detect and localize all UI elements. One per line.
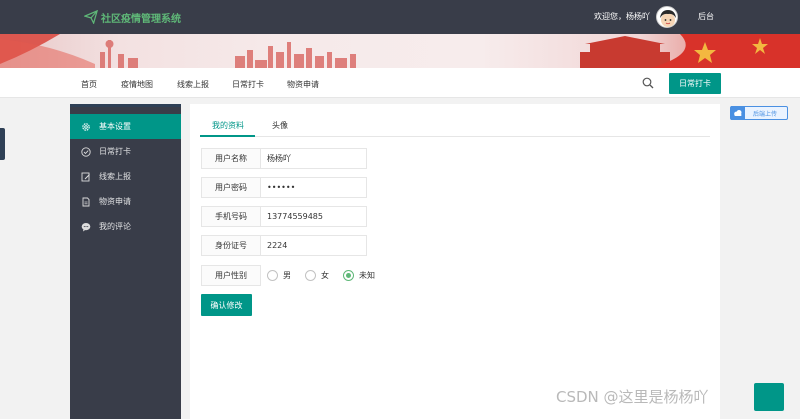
upload-badge-label: 后端上传 <box>753 110 778 118</box>
sidebar-item-clue-report[interactable]: 线索上报 <box>70 164 181 189</box>
sidebar-item-label: 线索上报 <box>99 172 131 181</box>
sidebar-item-my-comments[interactable]: 我的评论 <box>70 214 181 239</box>
nav-item-clue-report[interactable]: 线索上报 <box>177 79 209 90</box>
daily-checkin-button[interactable]: 日常打卡 <box>669 73 721 94</box>
username-field[interactable]: 杨杨吖 <box>261 148 367 169</box>
radio-label: 未知 <box>359 271 375 280</box>
logo[interactable]: 社区疫情管理系统 <box>84 9 181 25</box>
banner-image <box>0 34 800 68</box>
radio-label: 男 <box>283 271 291 280</box>
document-icon <box>81 197 91 207</box>
gear-icon <box>81 122 91 132</box>
nav-item-home[interactable]: 首页 <box>81 79 97 90</box>
side-upload-badge[interactable]: 后端上传 <box>730 106 788 120</box>
comment-icon <box>81 222 91 232</box>
sidebar-item-supplies-request[interactable]: 物资申请 <box>70 189 181 214</box>
sidebar: 基本设置 日常打卡 线索上报 物资申请 我的评论 <box>70 104 181 419</box>
watermark: CSDN @这里是杨杨吖 <box>556 388 709 406</box>
phone-label: 手机号码 <box>201 206 261 227</box>
radio-circle <box>267 270 278 281</box>
avatar[interactable] <box>656 6 678 28</box>
password-label: 用户密码 <box>201 177 261 198</box>
gender-radio-female[interactable]: 女 <box>305 270 329 281</box>
main-nav: 首页 疫情地图 线索上报 日常打卡 物资申请 日常打卡 <box>0 68 800 98</box>
logo-text: 社区疫情管理系统 <box>101 13 181 25</box>
edit-icon <box>81 172 91 182</box>
top-header: 社区疫情管理系统 欢迎您，杨杨吖 后台 <box>0 0 800 34</box>
check-circle-icon <box>81 146 91 157</box>
gender-radio-male[interactable]: 男 <box>267 270 291 281</box>
nav-item-epidemic-map[interactable]: 疫情地图 <box>121 79 153 90</box>
paper-plane-icon <box>84 10 98 24</box>
sidebar-item-label: 日常打卡 <box>99 147 131 156</box>
sidebar-item-basic-settings[interactable]: 基本设置 <box>70 114 181 139</box>
idcard-row: 身份证号 2224 <box>201 235 367 256</box>
tab-my-profile[interactable]: 我的资料 <box>212 120 244 131</box>
username-row: 用户名称 杨杨吖 <box>201 148 367 169</box>
gender-radio-unknown[interactable]: 未知 <box>343 270 375 281</box>
radio-circle <box>305 270 316 281</box>
edge-handle[interactable] <box>0 128 5 160</box>
profile-panel: 我的资料 头像 用户名称 杨杨吖 用户密码 •••••• 手机号码 137745… <box>190 104 720 419</box>
username-label: 用户名称 <box>201 148 261 169</box>
profile-tabs: 我的资料 头像 <box>200 113 710 137</box>
active-tab-indicator <box>200 135 255 137</box>
cloud-icon <box>731 106 745 120</box>
password-row: 用户密码 •••••• <box>201 177 367 198</box>
gender-row: 用户性别 男 女 未知 <box>201 265 389 286</box>
tab-avatar[interactable]: 头像 <box>272 120 288 131</box>
idcard-field[interactable]: 2224 <box>261 235 367 256</box>
sidebar-item-label: 我的评论 <box>99 222 131 231</box>
nav-item-supplies-request[interactable]: 物资申请 <box>287 79 319 90</box>
password-field[interactable]: •••••• <box>261 177 367 198</box>
sidebar-item-label: 物资申请 <box>99 197 131 206</box>
sidebar-item-daily-checkin[interactable]: 日常打卡 <box>70 139 181 164</box>
confirm-edit-button[interactable]: 确认修改 <box>201 294 252 316</box>
phone-row: 手机号码 13774559485 <box>201 206 367 227</box>
corner-logo[interactable] <box>754 383 784 411</box>
nav-item-daily-checkin[interactable]: 日常打卡 <box>232 79 264 90</box>
idcard-label: 身份证号 <box>201 235 261 256</box>
radio-circle <box>343 270 354 281</box>
gender-radio-group: 男 女 未知 <box>267 265 389 286</box>
search-icon[interactable] <box>642 77 654 89</box>
backend-link[interactable]: 后台 <box>698 11 714 22</box>
sidebar-item-label: 基本设置 <box>99 122 131 131</box>
radio-label: 女 <box>321 271 329 280</box>
phone-field[interactable]: 13774559485 <box>261 206 367 227</box>
welcome-text: 欢迎您，杨杨吖 <box>594 12 650 21</box>
gender-label: 用户性别 <box>201 265 261 286</box>
